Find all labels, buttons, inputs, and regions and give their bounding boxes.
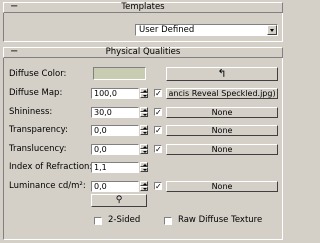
translucency-value[interactable]: 0,0 [91, 144, 139, 155]
raw-diffuse-checkbox[interactable] [164, 217, 172, 225]
luminance-label: Luminance cd/m²: [9, 181, 86, 191]
templates-rollout-title: Templates [121, 2, 165, 12]
shininess-spinner[interactable]: 30,0 [91, 107, 149, 118]
chevron-down-icon[interactable] [267, 25, 277, 35]
diffuse-map-value[interactable]: 100,0 [91, 88, 139, 99]
shininess-map-button[interactable]: None [166, 107, 278, 118]
two-sided-checkbox[interactable] [94, 217, 102, 225]
eyedropper-icon: ⚲ [115, 195, 123, 205]
spinner-down-icon[interactable] [140, 93, 148, 98]
shininess-label: Shininess: [9, 107, 53, 117]
spinner-down-icon[interactable] [140, 167, 148, 172]
two-sided-label: 2-Sided [108, 215, 141, 225]
ior-value[interactable]: 1,1 [91, 162, 139, 173]
diffuse-map-checkbox[interactable]: ✓ [154, 89, 162, 98]
transparency-spinner[interactable]: 0,0 [91, 125, 149, 136]
diffuse-color-label: Diffuse Color: [9, 69, 67, 79]
spinner-down-icon[interactable] [140, 130, 148, 135]
diffuse-color-swatch[interactable] [93, 67, 146, 80]
luminance-value[interactable]: 0,0 [91, 181, 139, 192]
translucency-checkbox[interactable]: ✓ [154, 145, 162, 154]
ior-spinner[interactable]: 1,1 [91, 162, 149, 173]
translucency-spinner[interactable]: 0,0 [91, 144, 149, 155]
diffuse-map-spinner[interactable]: 100,0 [91, 88, 149, 99]
diffuse-color-button[interactable]: ↰ [166, 67, 278, 81]
transparency-checkbox[interactable]: ✓ [154, 126, 162, 135]
template-dropdown[interactable]: User Defined [135, 24, 278, 36]
shininess-value[interactable]: 30,0 [91, 107, 139, 118]
physical-rollout-header[interactable]: − Physical Qualities [3, 46, 283, 58]
diffuse-map-label: Diffuse Map: [9, 88, 63, 98]
translucency-map-button[interactable]: None [166, 144, 278, 155]
eyedropper-button[interactable]: ⚲ [91, 194, 147, 207]
transparency-value[interactable]: 0,0 [91, 125, 139, 136]
physical-rollout-title: Physical Qualities [105, 47, 181, 57]
spinner-down-icon[interactable] [140, 149, 148, 154]
spinner-down-icon[interactable] [140, 112, 148, 117]
templates-rollout-header[interactable]: − Templates [3, 1, 283, 13]
shininess-checkbox[interactable]: ✓ [154, 108, 162, 117]
raw-diffuse-label: Raw Diffuse Texture [178, 215, 263, 225]
ior-label: Index of Refraction: [9, 162, 93, 172]
template-dropdown-value: User Defined [139, 25, 195, 35]
transparency-map-button[interactable]: None [166, 125, 278, 136]
luminance-map-button[interactable]: None [166, 181, 278, 192]
luminance-spinner[interactable]: 0,0 [91, 181, 149, 192]
transparency-label: Transparency: [9, 125, 68, 135]
diffuse-map-button[interactable]: ancis Reveal Speckled.jpg) [166, 88, 278, 99]
translucency-label: Translucency: [9, 144, 67, 154]
luminance-checkbox[interactable]: ✓ [154, 182, 162, 191]
spinner-down-icon[interactable] [140, 186, 148, 191]
back-arrow-icon: ↰ [217, 67, 227, 80]
